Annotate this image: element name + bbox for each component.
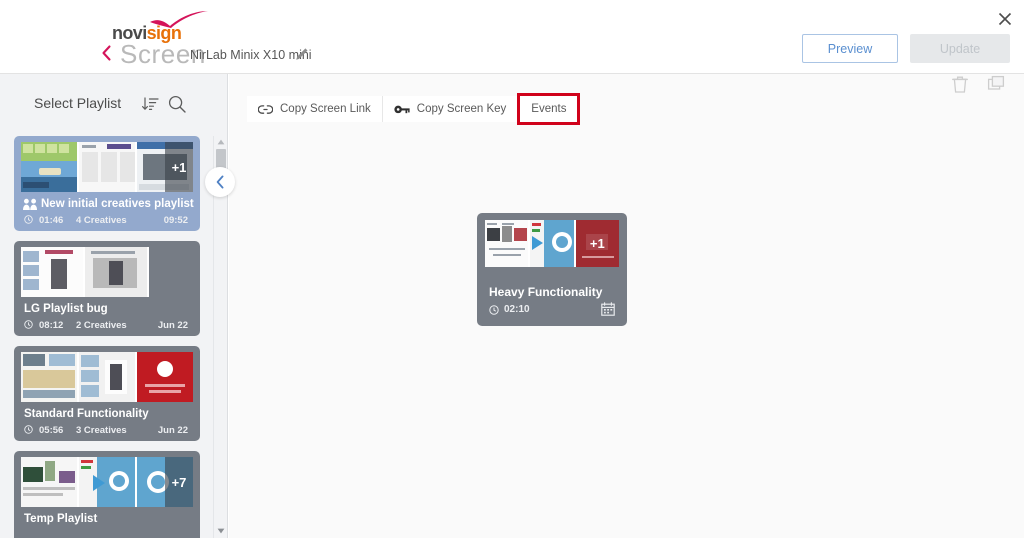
thumbnail-empty [149,247,193,297]
back-chevron-icon[interactable] [98,43,114,63]
playlist-thumbnails [21,352,193,402]
thumbnail [79,352,137,402]
creative-name: Heavy Functionality [489,285,603,299]
playlist-meta: 08:12 2 Creatives Jun 22 [24,319,192,332]
clock-icon [24,320,33,329]
playlist-thumbnails: +7 [21,457,193,507]
list-item[interactable]: +7 Temp Playlist [14,451,200,538]
novisign-logo: novisign [112,10,216,42]
events-label: Events [531,103,567,115]
events-highlight-box: Events [517,93,581,125]
playlist-name: LG Playlist bug [24,303,108,315]
overflow-count-badge: +1 [165,142,193,192]
scroll-up-arrow-icon[interactable] [217,139,225,145]
search-icon[interactable] [167,94,187,114]
copy-screen-link-label: Copy Screen Link [280,103,371,115]
thumbnail [21,142,79,192]
playlist-name: Temp Playlist [24,513,98,525]
playlist-timestamp: Jun 22 [157,320,188,331]
playlist-thumbnails [21,247,193,297]
thumbnail [79,142,137,192]
close-icon[interactable] [992,6,1018,32]
clock-icon [24,425,33,434]
pencil-icon[interactable] [294,47,310,63]
trash-icon[interactable] [950,74,970,94]
overflow-count-badge: +1 [589,236,605,251]
playlist-creatives-count: 4 Creatives [76,215,127,226]
creative-meta: 02:10 [489,304,530,315]
thumbnail [21,352,79,402]
scroll-down-arrow-icon[interactable] [217,528,225,534]
playlist-duration: 05:56 [39,425,64,436]
copy-screen-link-button[interactable]: Copy Screen Link [247,96,383,122]
thumbnail [85,247,149,297]
link-icon [258,104,273,115]
creative-thumbnails: +1 [485,220,619,267]
playlist-sidebar: Select Playlist +1 New initial creatives… [0,74,235,538]
copy-icon[interactable] [986,74,1006,94]
chevron-left-icon [216,175,223,189]
group-icon [23,198,37,210]
playlist-timestamp: Jun 22 [157,425,188,436]
playlist-timestamp: 09:52 [163,215,188,226]
content-actions [950,74,1006,94]
playlist-meta: 05:56 3 Creatives Jun 22 [24,424,192,437]
list-item[interactable]: LG Playlist bug 08:12 2 Creatives Jun 22 [14,241,200,336]
thumbnail: +1 [137,142,193,192]
preview-button[interactable]: Preview [802,34,898,63]
content-area: Copy Screen Link Copy Screen Key Events … [229,74,1024,538]
thumbnail: +7 [137,457,193,507]
creative-duration: 02:10 [504,304,530,315]
thumbnail [21,457,79,507]
app-header: novisign Screen NirLab Minix X10 mini Pr… [0,0,1024,74]
sidebar-collapse-button[interactable] [205,167,235,197]
playlist-creatives-count: 2 Creatives [76,320,127,331]
playlist-duration: 01:46 [39,215,64,226]
list-item[interactable]: Standard Functionality 05:56 3 Creatives… [14,346,200,441]
playlist-duration: 08:12 [39,320,64,331]
sidebar-title: Select Playlist [34,95,122,111]
app-window: novisign Screen NirLab Minix X10 mini Pr… [0,0,1024,538]
clock-icon [489,304,499,315]
playlist-meta: 01:46 4 Creatives 09:52 [24,214,192,227]
sort-descending-icon[interactable] [141,94,161,114]
brand-area: novisign Screen NirLab Minix X10 mini [98,6,518,70]
key-icon [394,104,410,115]
sidebar-header: Select Playlist [0,74,228,136]
screen-toolbar: Copy Screen Link Copy Screen Key Events [247,93,581,125]
playlist-thumbnails: +1 [21,142,193,192]
calendar-icon[interactable] [601,302,615,316]
thumbnail [485,220,531,267]
playlist-name: New initial creatives playlist [41,198,194,210]
thumbnail [530,220,576,267]
thumbnail [21,247,85,297]
copy-screen-key-button[interactable]: Copy Screen Key [382,96,519,122]
playlist-name: Standard Functionality [24,408,149,420]
playlist-creatives-count: 3 Creatives [76,425,127,436]
events-button[interactable]: Events [520,96,578,122]
list-item[interactable]: +1 New initial creatives playlist 01:46 [14,136,200,231]
copy-screen-key-label: Copy Screen Key [416,103,507,115]
clock-icon [24,215,33,224]
thumbnail [137,352,193,402]
thumbnail [79,457,137,507]
creative-card[interactable]: +1 Heavy Functionality 02:10 [477,213,627,326]
overflow-count-badge: +7 [165,457,193,507]
thumbnail: +1 [575,220,619,267]
update-button: Update [910,34,1010,63]
playlist-list[interactable]: +1 New initial creatives playlist 01:46 [0,136,213,538]
